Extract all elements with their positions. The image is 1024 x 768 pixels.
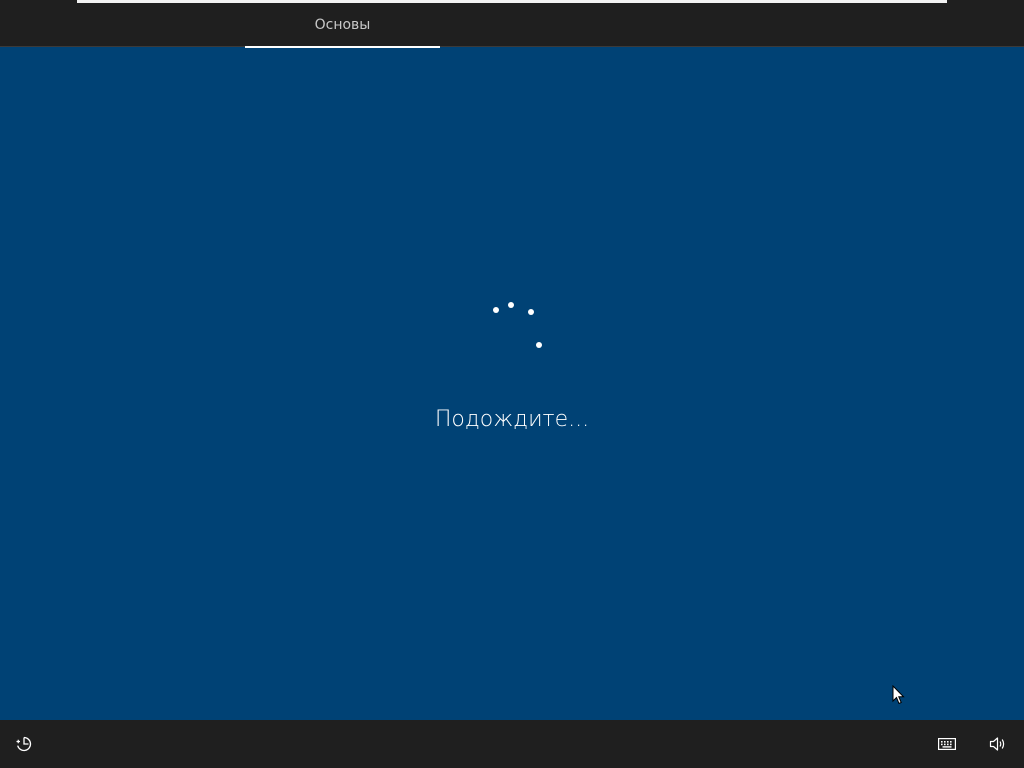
keyboard-icon: [938, 738, 956, 750]
top-progress-line: [77, 0, 947, 3]
volume-button[interactable]: [986, 732, 1010, 756]
mouse-cursor-icon: [892, 684, 906, 705]
wait-message: Подождите...: [434, 407, 590, 432]
active-tab-underline: [245, 46, 440, 48]
tab-basics-label: Основы: [314, 17, 371, 33]
spinner-dot: [536, 342, 542, 348]
setup-screen: Основы Подождите...: [0, 0, 1024, 768]
spinner-dot: [493, 307, 499, 313]
bottom-bar: [0, 720, 1024, 768]
accessibility-icon: [16, 736, 32, 752]
spinner-dot: [508, 302, 514, 308]
spinner-dot: [528, 309, 534, 315]
tab-basics: Основы: [245, 0, 440, 48]
accessibility-button[interactable]: [12, 732, 36, 756]
loading-spinner: [488, 298, 548, 350]
top-bar: Основы: [0, 0, 1024, 48]
volume-icon: [989, 737, 1005, 751]
keyboard-button[interactable]: [935, 732, 959, 756]
